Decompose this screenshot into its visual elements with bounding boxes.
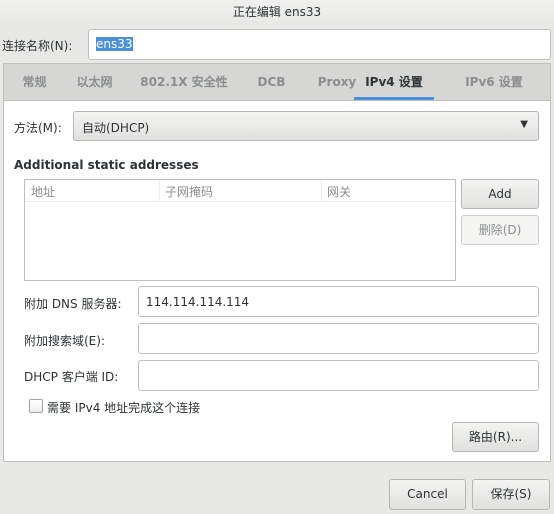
column-address[interactable]: 地址: [31, 183, 55, 200]
static-addresses-table[interactable]: 地址 子网掩码 网关: [24, 179, 456, 281]
dhcp-client-id-input[interactable]: [138, 360, 539, 391]
routes-button[interactable]: 路由(R)...: [452, 422, 539, 452]
dns-input[interactable]: [138, 286, 539, 317]
chevron-down-icon: ▼: [520, 119, 528, 130]
tab-bar: 常规 以太网 802.1X 安全性 DCB Proxy IPv4 设置 IPv6…: [3, 63, 551, 100]
method-label: 方法(M):: [14, 121, 62, 135]
column-gateway[interactable]: 网关: [327, 183, 351, 200]
tab-ethernet[interactable]: 以太网: [67, 64, 122, 100]
tab-ipv6[interactable]: IPv6 设置: [444, 64, 544, 100]
dhcp-client-id-label: DHCP 客户端 ID:: [24, 370, 119, 384]
window-title: 正在编辑 ens33: [0, 0, 554, 24]
connection-name-input[interactable]: ens33: [88, 29, 551, 60]
method-dropdown[interactable]: 自动(DHCP) ▼: [73, 111, 539, 141]
require-ipv4-label[interactable]: 需要 IPv4 地址完成这个连接: [47, 399, 200, 416]
cancel-button[interactable]: Cancel: [389, 479, 466, 510]
tab-dcb[interactable]: DCB: [249, 64, 294, 100]
add-button[interactable]: Add: [461, 179, 539, 209]
tab-8021x[interactable]: 802.1X 安全性: [134, 64, 234, 100]
dns-label: 附加 DNS 服务器:: [24, 297, 122, 311]
tab-ipv4[interactable]: IPv4 设置: [354, 64, 434, 100]
require-ipv4-checkbox[interactable]: [29, 399, 43, 413]
column-netmask[interactable]: 子网掩码: [165, 183, 213, 200]
static-addresses-title: Additional static addresses: [14, 158, 199, 172]
delete-button[interactable]: 删除(D): [461, 215, 539, 245]
search-domain-label: 附加搜索域(E):: [24, 334, 105, 348]
save-button[interactable]: 保存(S): [472, 479, 550, 510]
connection-name-label: 连接名称(N):: [2, 39, 73, 53]
search-domain-input[interactable]: [138, 323, 539, 354]
tab-general[interactable]: 常规: [12, 64, 57, 100]
